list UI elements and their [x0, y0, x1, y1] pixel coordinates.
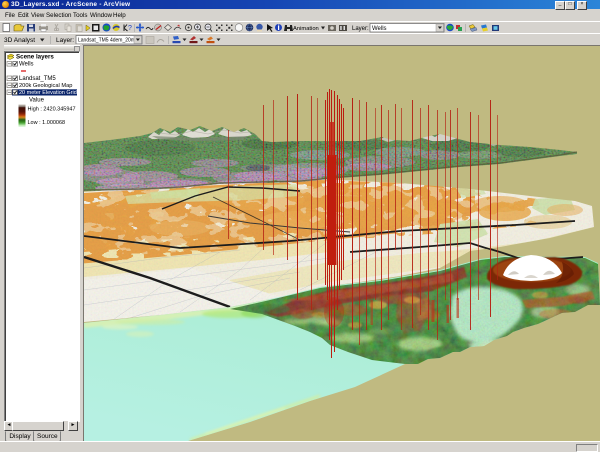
svg-text:Scene layers: Scene layers — [16, 54, 54, 61]
svg-text:Wells: Wells — [372, 26, 387, 32]
svg-text:Landsat_TM5 4dem_20m_r: Landsat_TM5 4dem_20m_r — [78, 38, 140, 44]
svg-text:Layer:: Layer: — [352, 26, 369, 32]
svg-text:?: ? — [128, 25, 132, 32]
svg-text:20 meter Elevation Grid: 20 meter Elevation Grid — [19, 90, 77, 96]
svg-text:Wells: Wells — [19, 62, 34, 68]
svg-text:High : 2420.345947: High : 2420.345947 — [28, 107, 76, 113]
svg-text:Value: Value — [29, 98, 45, 104]
svg-text:3D Analyst: 3D Analyst — [4, 37, 35, 44]
svg-text:Low : 1.000068: Low : 1.000068 — [28, 120, 66, 126]
svg-text:Animation: Animation — [293, 26, 319, 32]
svg-text:Landsat_TM5: Landsat_TM5 — [19, 76, 56, 82]
svg-text:Layer:: Layer: — [56, 37, 74, 44]
svg-text:200k Geological Map: 200k Geological Map — [19, 83, 72, 89]
